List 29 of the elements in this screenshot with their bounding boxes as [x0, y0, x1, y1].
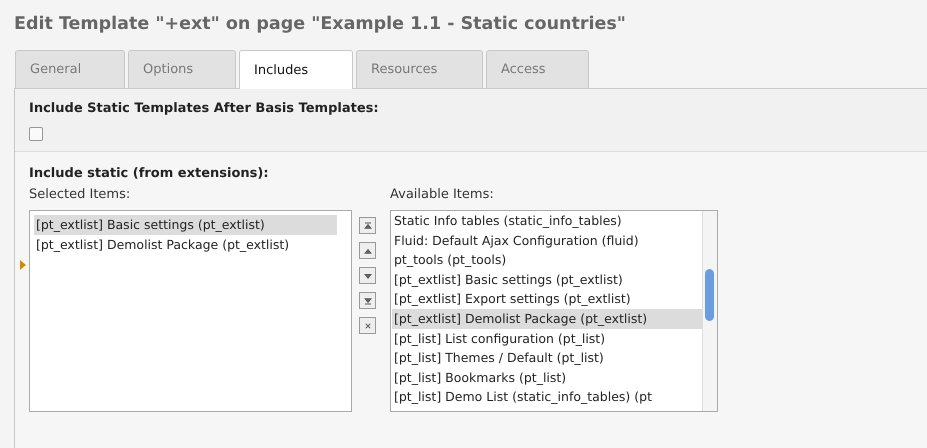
pointer-icon — [20, 260, 26, 270]
available-items-label: Available Items: — [390, 187, 495, 202]
move-top-icon — [362, 220, 374, 232]
available-items-list[interactable] — [390, 210, 718, 412]
section-label: Include Static Templates After Basis Templates: — [29, 101, 380, 116]
tab[interactable]: Includes — [239, 50, 353, 89]
list-item[interactable]: [pt_list] Bookmarks (pt_list) — [392, 368, 702, 388]
checkbox[interactable] — [29, 127, 43, 141]
move-down-button[interactable] — [359, 267, 376, 284]
list-item[interactable]: [pt_extlist] Export settings (pt_extlist) — [392, 289, 702, 309]
scrollbar[interactable] — [702, 211, 717, 411]
list-item[interactable]: [pt_extlist] Demolist Package (pt_extlist) — [34, 234, 337, 254]
selected-items-list[interactable]: [pt_extlist] Basic settings (pt_extlist) [pt_extlist] Demolist Package (pt_extlist) — [29, 210, 352, 412]
section-label: Include static (from extensions): — [29, 166, 270, 181]
move-up-button[interactable] — [359, 242, 376, 259]
list-item[interactable]: Fluid: Default Ajax Configuration (fluid) — [392, 230, 702, 250]
selected-items-label: Selected Items: — [29, 187, 132, 202]
list-item[interactable]: pt_tools (pt_tools) — [392, 250, 702, 270]
move-remove-button[interactable] — [359, 317, 376, 334]
list-item[interactable]: [pt_extlist] Demolist Package (pt_extlist) — [392, 308, 702, 329]
list-item[interactable]: [pt_list] Themes / Default (pt_list) — [392, 348, 702, 368]
list-item[interactable]: [pt_list] Demo List (static_info_tables) (pt — [392, 387, 702, 407]
move-bottom-button[interactable] — [359, 292, 376, 309]
list-item[interactable]: [pt_extlist] Basic settings (pt_extlist) — [392, 270, 702, 290]
list-item[interactable]: [pt_extlist] Basic settings (pt_extlist) — [34, 215, 337, 235]
page-title: Edit Template "+ext" on page "Example 1.1 - Static countries" — [14, 14, 627, 34]
list-item[interactable]: Static Info tables (static_info_tables) — [392, 211, 702, 231]
move-top-button[interactable] — [359, 217, 376, 234]
list-item[interactable]: [pt_list] List configuration (pt_list) — [392, 328, 702, 348]
